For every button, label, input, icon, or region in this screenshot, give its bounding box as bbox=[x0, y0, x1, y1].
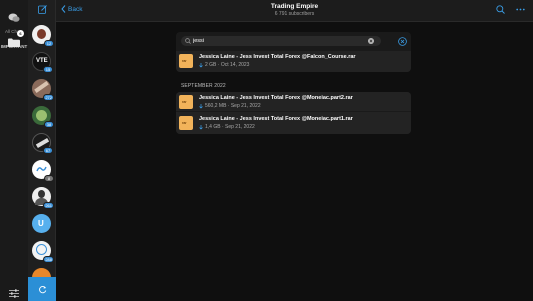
archive-file-icon: rar bbox=[179, 95, 193, 109]
unread-badge: 261 bbox=[43, 202, 54, 209]
search-input[interactable] bbox=[193, 37, 353, 45]
file-meta: 2 GB · Oct 14, 2023 bbox=[199, 62, 249, 68]
unread-badge: 67 bbox=[43, 147, 53, 154]
download-arrow-icon[interactable] bbox=[199, 124, 203, 130]
file-name: Jessica Laine - Jess Invest Total Forex … bbox=[199, 54, 356, 60]
file-name: Jessica Laine - Jess Invest Total Forex … bbox=[199, 116, 353, 122]
file-meta: 1,4 GB · Sep 21, 2022 bbox=[199, 124, 255, 130]
section-header: SEPTEMBER 2022 bbox=[181, 83, 226, 89]
download-arrow-icon[interactable] bbox=[199, 62, 203, 68]
archive-file-icon: rar bbox=[179, 54, 193, 68]
download-arrow-icon[interactable] bbox=[199, 103, 203, 109]
all-chats-button[interactable]: All Chats bbox=[0, 10, 28, 34]
unread-badge: 12 bbox=[44, 40, 54, 47]
chat-avatar[interactable]: 288 bbox=[32, 241, 54, 263]
subscriber-count: 6 791 subscribers bbox=[274, 11, 315, 17]
refresh-icon bbox=[38, 285, 46, 293]
more-icon[interactable] bbox=[516, 8, 525, 11]
settings-button[interactable] bbox=[0, 285, 28, 301]
chats-icon bbox=[8, 13, 20, 22]
chat-avatar[interactable]: VTE 15 bbox=[32, 52, 53, 73]
close-search-icon[interactable] bbox=[398, 37, 407, 46]
important-folder-button[interactable]: 6 IMPORTANT bbox=[0, 30, 28, 49]
file-name: Jessica Laine - Jess Invest Total Forex … bbox=[199, 95, 353, 101]
unread-badge: 8 bbox=[44, 175, 54, 182]
sliders-icon bbox=[9, 289, 19, 298]
chat-avatar[interactable]: U bbox=[32, 214, 51, 233]
channel-header: Back Trading Empire 6 791 subscribers bbox=[56, 0, 533, 22]
chat-avatar[interactable]: 12 bbox=[32, 25, 54, 47]
wave-logo-icon bbox=[36, 166, 47, 172]
chat-list: 12 VTE 15 272 38 67 8 261 U 288 bbox=[28, 0, 56, 301]
search-field-icon bbox=[185, 38, 191, 44]
unread-badge: 288 bbox=[43, 256, 54, 263]
results-group: rar Jessica Laine - Jess Invest Total Fo… bbox=[176, 92, 411, 134]
clear-search-icon[interactable] bbox=[368, 38, 374, 44]
chat-avatar[interactable]: 67 bbox=[32, 133, 53, 154]
file-meta: 560,2 MB · Sep 21, 2022 bbox=[199, 103, 261, 109]
file-result-row[interactable]: rar Jessica Laine - Jess Invest Total Fo… bbox=[176, 51, 411, 72]
file-result-row[interactable]: rar Jessica Laine - Jess Invest Total Fo… bbox=[176, 92, 411, 112]
search-icon[interactable] bbox=[496, 5, 505, 14]
chat-avatar[interactable]: 261 bbox=[32, 187, 54, 209]
archive-file-icon: rar bbox=[179, 116, 193, 130]
compose-icon[interactable] bbox=[38, 5, 47, 14]
refresh-button[interactable] bbox=[28, 277, 56, 301]
search-panel: rar Jessica Laine - Jess Invest Total Fo… bbox=[176, 32, 411, 72]
left-rail: All Chats 6 IMPORTANT bbox=[0, 0, 28, 301]
channel-title: Trading Empire bbox=[270, 3, 319, 10]
chat-avatar[interactable]: 272 bbox=[32, 79, 54, 101]
chat-avatar[interactable]: 38 bbox=[32, 106, 54, 128]
file-result-row[interactable]: rar Jessica Laine - Jess Invest Total Fo… bbox=[176, 113, 411, 134]
unread-badge: 272 bbox=[43, 94, 54, 101]
important-count-badge: 6 bbox=[17, 30, 24, 37]
chat-avatar[interactable]: 8 bbox=[32, 160, 54, 182]
unread-badge: 15 bbox=[43, 66, 53, 73]
folder-icon bbox=[8, 38, 20, 47]
search-bar bbox=[181, 36, 381, 46]
unread-badge: 38 bbox=[44, 121, 54, 128]
